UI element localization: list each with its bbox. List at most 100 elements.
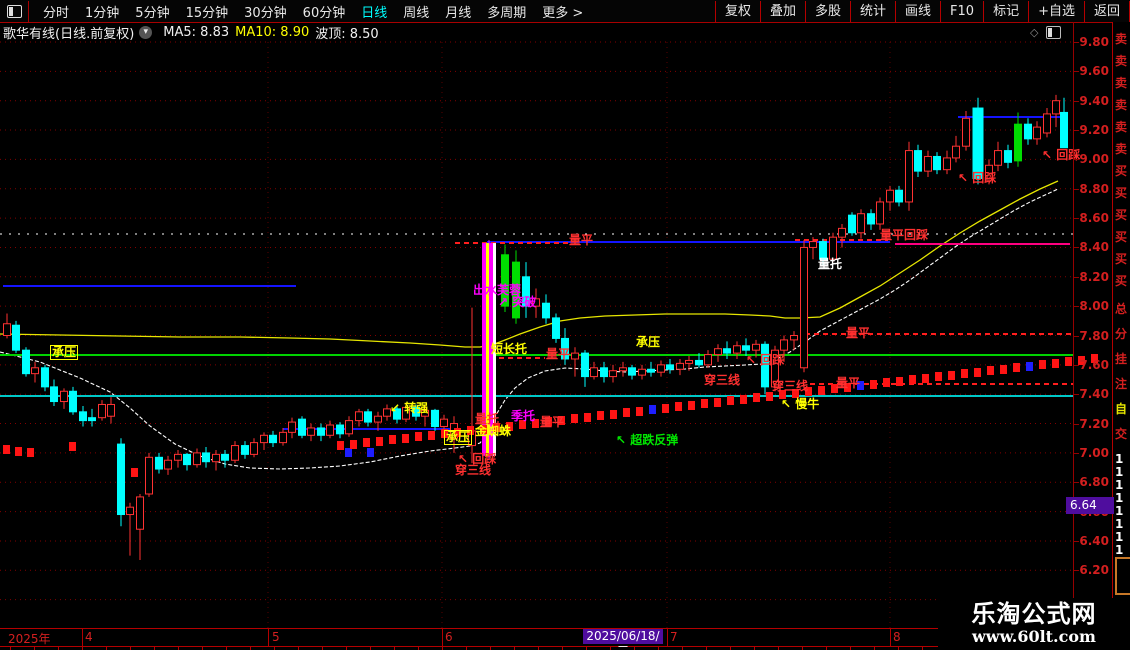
date-tick xyxy=(250,646,251,650)
strip-char: 1 xyxy=(1115,543,1124,557)
ladder-dot xyxy=(1065,357,1072,366)
price-axis-label: 9.20 xyxy=(1079,123,1109,138)
ladder-dot xyxy=(870,380,877,389)
date-tick xyxy=(682,646,683,650)
up-candle xyxy=(790,335,798,341)
down-candle xyxy=(317,427,325,436)
up-candle xyxy=(1033,126,1041,140)
price-axis-tick xyxy=(1074,306,1079,308)
price-axis-tick xyxy=(1074,71,1079,73)
ladder-dot xyxy=(857,381,864,390)
date-badge: 2025/06/18/三 xyxy=(583,629,663,650)
ladder-dot xyxy=(948,371,955,380)
ladder-dot xyxy=(506,422,513,431)
axis-separator xyxy=(268,629,269,646)
date-tick xyxy=(202,646,203,650)
price-axis-label: 8.00 xyxy=(1079,299,1109,314)
price-axis-label: 6.20 xyxy=(1079,563,1109,578)
ladder-dot xyxy=(688,401,695,410)
price-axis-tick xyxy=(1074,452,1079,454)
ladder-dot xyxy=(545,417,552,426)
ladder-dot xyxy=(714,398,721,407)
price-axis-tick xyxy=(1074,159,1079,161)
up-candle xyxy=(31,367,39,375)
strip-char: 1 xyxy=(1115,465,1124,479)
axis-separator xyxy=(442,629,443,646)
ladder-dot xyxy=(519,420,526,429)
date-tick xyxy=(538,646,539,650)
date-tick xyxy=(826,646,827,650)
price-axis-tick xyxy=(1074,482,1079,484)
signal-candle xyxy=(482,243,486,456)
price-axis-label: 7.60 xyxy=(1079,357,1109,372)
date-tick xyxy=(730,646,731,650)
date-tick xyxy=(586,646,587,650)
down-candle xyxy=(848,214,856,234)
up-candle xyxy=(771,349,779,388)
axis-year-label: 2025年 xyxy=(8,632,51,646)
ladder-dot xyxy=(389,435,396,444)
ladder-dot xyxy=(402,434,409,443)
ladder-dot xyxy=(467,426,474,435)
price-axis-label: 9.40 xyxy=(1079,93,1109,108)
up-candle xyxy=(164,459,172,470)
ladder-dot xyxy=(454,428,461,437)
up-candle xyxy=(212,453,220,463)
down-candle xyxy=(12,324,20,351)
price-axis-tick xyxy=(1074,570,1079,572)
down-candle xyxy=(22,349,30,375)
ladder-dot xyxy=(909,375,916,384)
up-candle xyxy=(345,420,353,435)
up-candle xyxy=(685,359,693,364)
down-candle xyxy=(41,367,49,388)
up-candle xyxy=(829,236,837,260)
date-tick xyxy=(778,646,779,650)
ladder-dot xyxy=(363,438,370,447)
up-candle xyxy=(752,343,760,351)
ladder-dot xyxy=(675,402,682,411)
date-tick xyxy=(298,646,299,650)
strip-char: 总 xyxy=(1115,302,1128,316)
date-tick xyxy=(106,646,107,650)
price-axis-label: 8.80 xyxy=(1079,181,1109,196)
down-candle xyxy=(221,453,229,461)
price-axis-tick xyxy=(1074,335,1079,337)
down-candle xyxy=(241,445,249,455)
up-candle xyxy=(704,354,712,366)
ladder-dot xyxy=(805,387,812,396)
ladder-dot xyxy=(753,393,760,402)
ladder-dot xyxy=(367,448,374,457)
ladder-dot xyxy=(649,405,656,414)
ladder-dot xyxy=(701,399,708,408)
up-candle xyxy=(838,227,846,238)
strip-char: 交 xyxy=(1115,427,1128,441)
date-tick xyxy=(322,646,323,650)
axis-month-label: 6 xyxy=(445,630,453,644)
price-axis-label: 6.40 xyxy=(1079,533,1109,548)
ladder-dot xyxy=(27,448,34,457)
price-axis-label: 9.00 xyxy=(1079,152,1109,167)
strip-char: 卖 xyxy=(1115,32,1128,46)
date-tick xyxy=(58,646,59,650)
down-candle xyxy=(819,241,827,260)
ladder-dot xyxy=(15,447,22,456)
ladder-dot xyxy=(558,416,565,425)
up-candle xyxy=(402,406,410,420)
axis-month-label: 7 xyxy=(670,630,678,644)
ladder-dot xyxy=(571,414,578,423)
up-candle xyxy=(107,403,115,417)
ladder-dot xyxy=(844,383,851,392)
up-candle xyxy=(279,431,287,444)
down-candle xyxy=(914,150,922,172)
price-axis-label: 9.80 xyxy=(1079,35,1109,49)
signal-candle xyxy=(501,254,509,307)
down-candle xyxy=(647,368,655,373)
down-candle xyxy=(600,367,608,378)
ladder-dot xyxy=(961,369,968,378)
price-axis-tick xyxy=(1074,423,1079,425)
up-candle xyxy=(1052,100,1060,115)
strip-char: 挂 xyxy=(1115,352,1128,366)
price-axis-tick xyxy=(1074,364,1079,366)
ladder-dot xyxy=(740,395,747,404)
up-candle xyxy=(288,421,296,433)
